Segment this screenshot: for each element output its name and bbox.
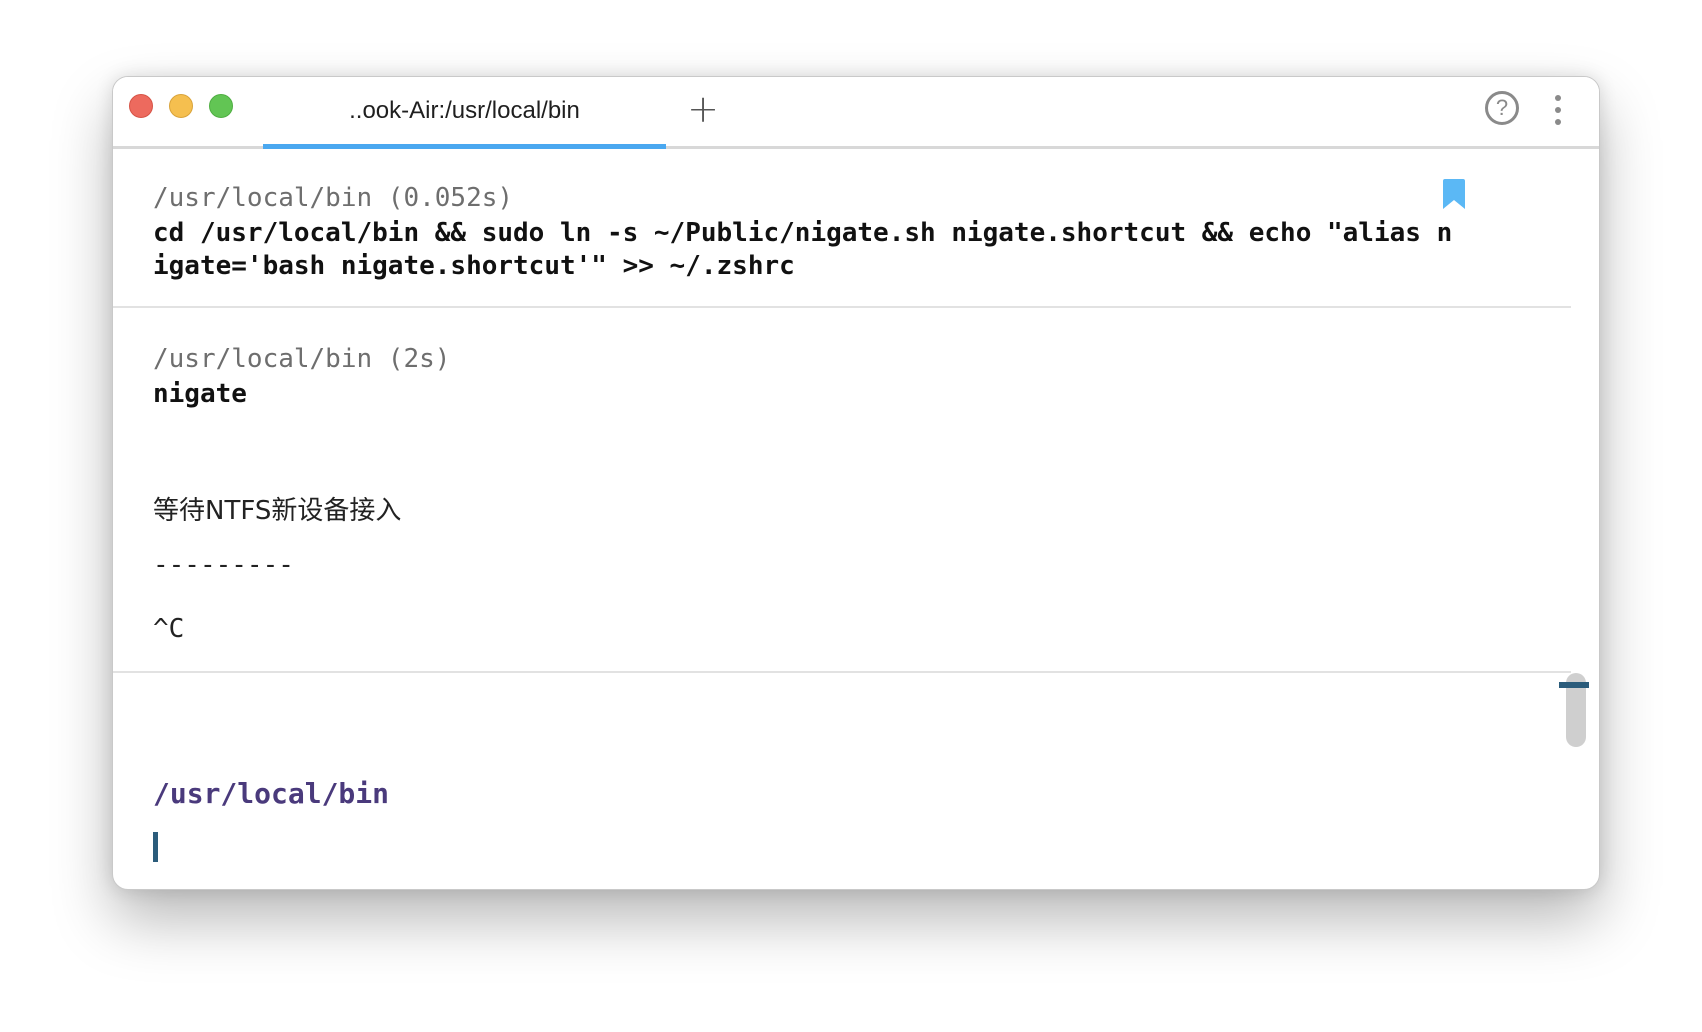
tab-title: ..ook-Air:/usr/local/bin: [349, 97, 580, 124]
help-icon[interactable]: ?: [1485, 91, 1519, 125]
current-prompt-path: /usr/local/bin: [153, 777, 390, 810]
terminal-content[interactable]: /usr/local/bin (0.052s) cd /usr/local/bi…: [113, 149, 1599, 889]
output-line: ---------: [153, 550, 294, 580]
scroll-position-marker: [1559, 682, 1589, 688]
block-command: nigate: [153, 379, 247, 409]
block-command: cd /usr/local/bin && sudo ln -s ~/Public…: [153, 218, 1453, 281]
command-block[interactable]: /usr/local/bin (0.052s) cd /usr/local/bi…: [113, 149, 1571, 308]
text-cursor[interactable]: [153, 832, 158, 862]
title-bar: ..ook-Air:/usr/local/bin + ?: [113, 77, 1599, 149]
tab-active[interactable]: ..ook-Air:/usr/local/bin: [263, 77, 666, 149]
block-info: /usr/local/bin (0.052s): [153, 183, 514, 213]
command-block[interactable]: /usr/local/bin (2s) nigate 等待NTFS新设备接入 -…: [113, 308, 1571, 673]
plus-icon[interactable]: +: [683, 89, 723, 129]
terminal-window: ..ook-Air:/usr/local/bin + ? /usr/local/…: [112, 76, 1600, 890]
block-info: /usr/local/bin (2s): [153, 344, 451, 374]
output-line: 等待NTFS新设备接入: [153, 496, 402, 526]
bookmark-icon[interactable]: [1443, 179, 1465, 209]
maximize-icon[interactable]: [209, 94, 233, 118]
minimize-icon[interactable]: [169, 94, 193, 118]
output-line: ^C: [153, 614, 185, 644]
more-vertical-icon[interactable]: [1553, 95, 1563, 125]
close-icon[interactable]: [129, 94, 153, 118]
